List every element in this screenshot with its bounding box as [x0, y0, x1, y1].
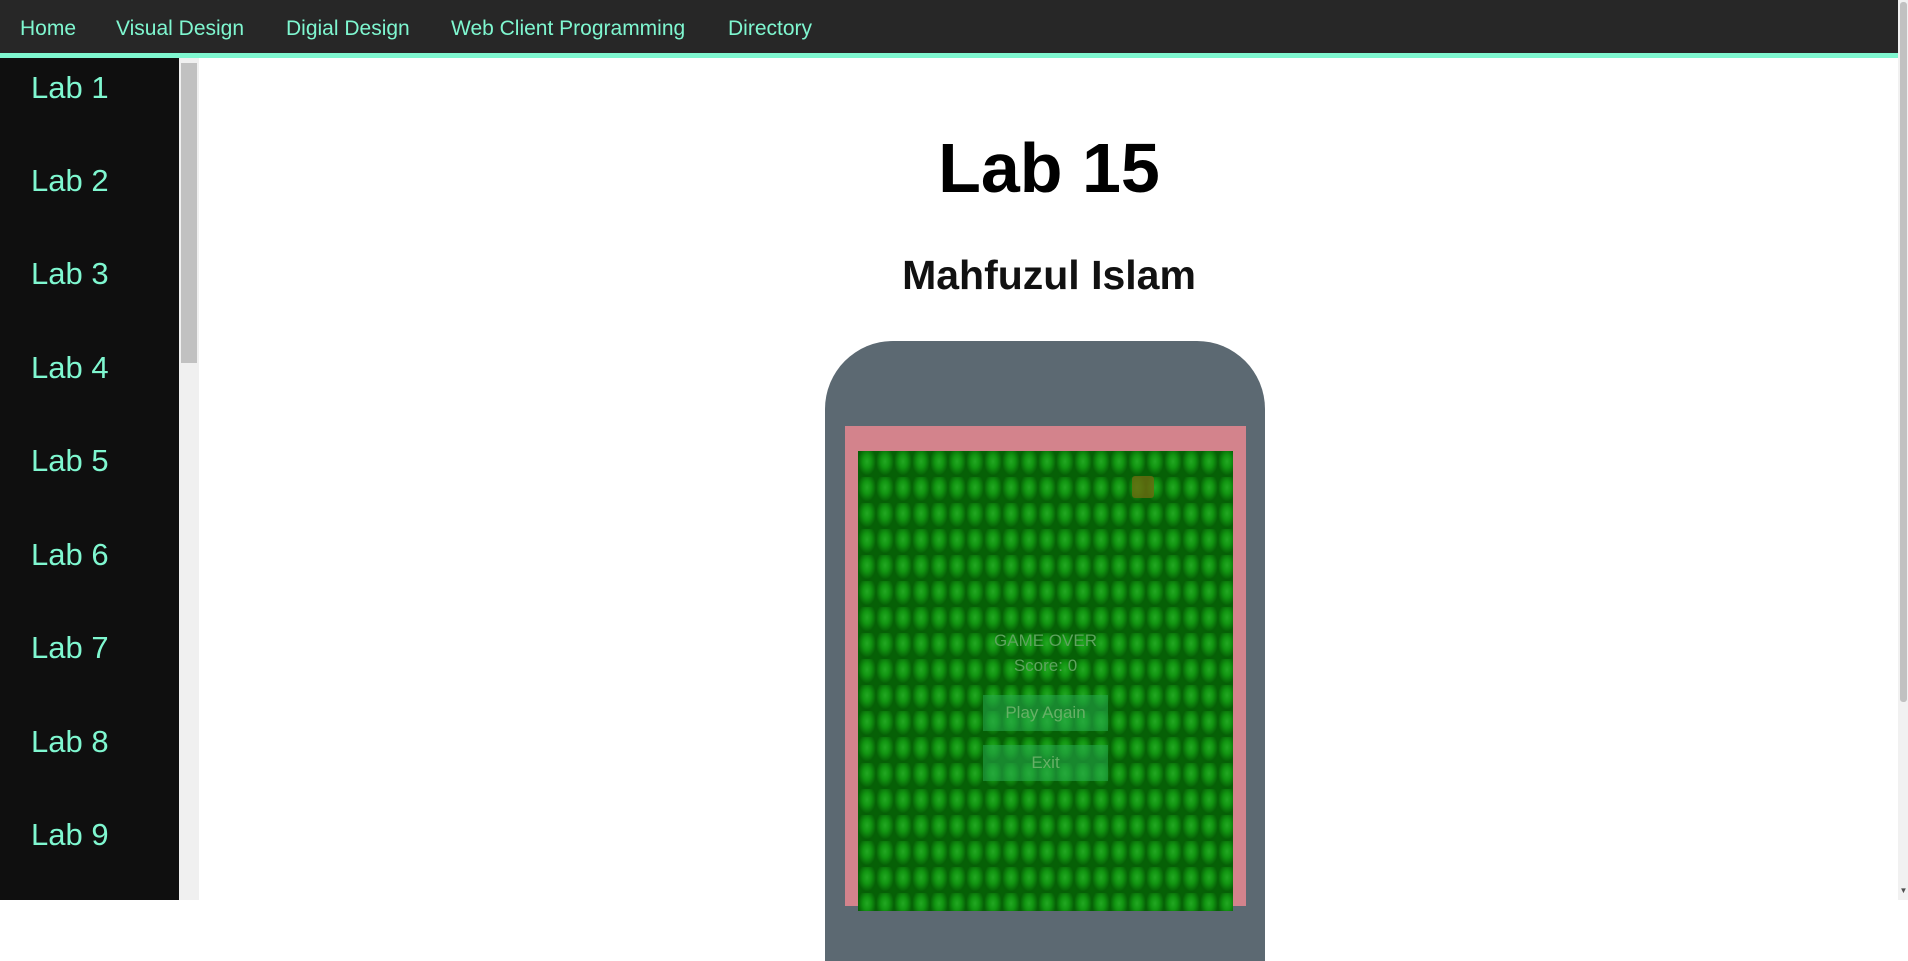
- nav-link-visual-design[interactable]: Visual Design: [116, 17, 244, 41]
- nav-link-web-client-programming[interactable]: Web Client Programming: [451, 17, 685, 41]
- sidebar-scrollbar-thumb[interactable]: [181, 63, 197, 363]
- sidebar: Lab 1 Lab 2 Lab 3 Lab 4 Lab 5 Lab 6 Lab …: [0, 58, 179, 900]
- nav-link-digial-design[interactable]: Digial Design: [286, 17, 410, 41]
- nav-link-home[interactable]: Home: [20, 17, 76, 41]
- sidebar-item-lab-7[interactable]: Lab 7: [31, 630, 109, 666]
- scroll-down-arrow-icon[interactable]: ▼: [1899, 886, 1908, 896]
- nav-link-directory[interactable]: Directory: [728, 17, 812, 41]
- page-title: Lab 15: [938, 129, 1160, 207]
- top-navigation: Home Visual Design Digial Design Web Cli…: [0, 0, 1898, 58]
- play-again-button[interactable]: Play Again: [983, 695, 1108, 731]
- exit-button[interactable]: Exit: [983, 745, 1108, 781]
- game-over-text: GAME OVER: [994, 631, 1097, 650]
- sidebar-item-lab-4[interactable]: Lab 4: [31, 350, 109, 386]
- sidebar-item-lab-1[interactable]: Lab 1: [31, 70, 109, 106]
- score-text: Score: 0: [1013, 656, 1078, 675]
- game-canvas[interactable]: [858, 451, 1233, 911]
- food-item: [1132, 476, 1154, 498]
- sidebar-item-lab-6[interactable]: Lab 6: [31, 537, 109, 573]
- sidebar-item-lab-5[interactable]: Lab 5: [31, 443, 109, 479]
- sidebar-item-lab-9[interactable]: Lab 9: [31, 817, 109, 853]
- page-scrollbar-thumb[interactable]: [1900, 2, 1907, 702]
- sidebar-item-lab-8[interactable]: Lab 8: [31, 724, 109, 760]
- sidebar-item-lab-3[interactable]: Lab 3: [31, 256, 109, 292]
- sidebar-item-lab-2[interactable]: Lab 2: [31, 163, 109, 199]
- author-name: Mahfuzul Islam: [902, 252, 1196, 298]
